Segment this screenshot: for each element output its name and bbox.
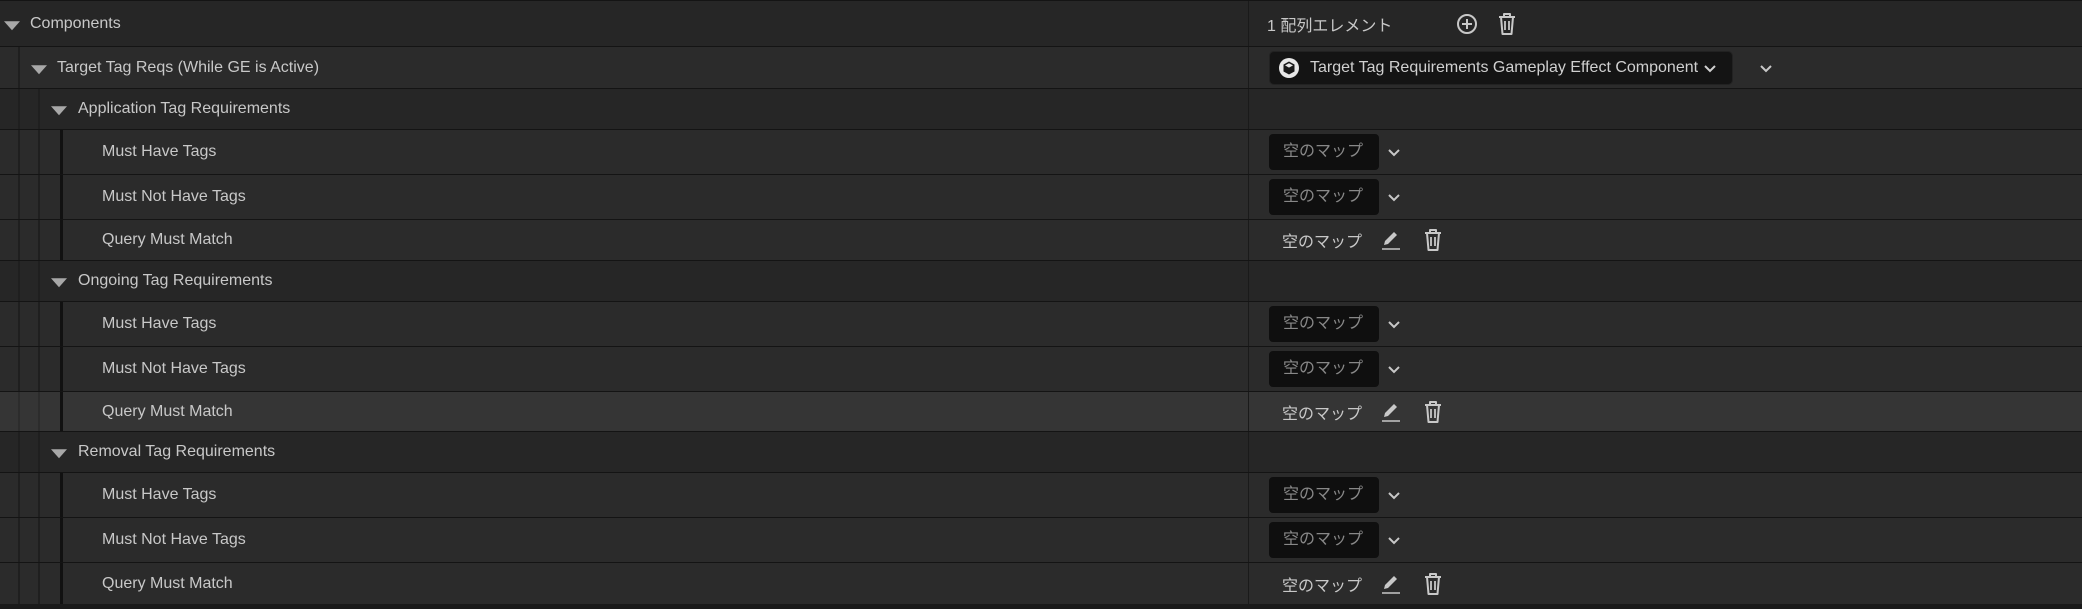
group-label: Application Tag Requirements xyxy=(78,100,291,117)
column-splitter[interactable] xyxy=(1248,47,1249,88)
property-label: Query Must Match xyxy=(102,402,233,420)
component-element-row: Target Tag Reqs (While GE is Active) Tar… xyxy=(0,46,2082,88)
must-not-have-tags-row: Must Not Have Tags 空のマップ xyxy=(0,346,2082,391)
chevron-down-icon[interactable] xyxy=(1757,59,1775,77)
chevron-down-icon[interactable] xyxy=(1385,143,1403,161)
query-must-match-row: Query Must Match 空のマップ xyxy=(0,391,2082,431)
indent-guide xyxy=(18,47,20,88)
chevron-down-icon[interactable] xyxy=(1385,188,1403,206)
must-have-tags-field[interactable]: 空のマップ xyxy=(1269,306,1379,342)
components-label: Components xyxy=(30,14,121,32)
must-not-have-tags-row: Must Not Have Tags 空のマップ xyxy=(0,174,2082,219)
pencil-icon[interactable] xyxy=(1378,227,1404,253)
triangle-down-icon[interactable] xyxy=(51,278,67,288)
chevron-down-icon[interactable] xyxy=(1385,315,1403,333)
details-panel: Components 1 配列エレメント Target Tag Reqs (Wh… xyxy=(0,0,2082,609)
chevron-down-icon[interactable] xyxy=(1385,486,1403,504)
query-must-match-row: Query Must Match 空のマップ xyxy=(0,562,2082,604)
trash-icon[interactable] xyxy=(1420,227,1446,253)
must-not-have-tags-row: Must Not Have Tags 空のマップ xyxy=(0,517,2082,562)
trash-icon[interactable] xyxy=(1494,11,1520,37)
plus-circle-icon[interactable] xyxy=(1454,11,1480,37)
must-have-tags-field[interactable]: 空のマップ xyxy=(1269,477,1379,513)
property-label: Must Not Have Tags xyxy=(102,531,246,548)
triangle-down-icon[interactable] xyxy=(51,449,67,459)
triangle-down-icon[interactable] xyxy=(4,20,20,30)
pencil-icon[interactable] xyxy=(1378,399,1404,425)
query-value: 空のマップ xyxy=(1282,577,1363,595)
property-label: Must Have Tags xyxy=(102,315,217,332)
chevron-down-icon[interactable] xyxy=(1385,531,1403,549)
property-label: Must Not Have Tags xyxy=(102,360,246,377)
must-have-tags-row: Must Have Tags 空のマップ xyxy=(0,129,2082,174)
triangle-down-icon[interactable] xyxy=(51,106,67,116)
trash-icon[interactable] xyxy=(1420,571,1446,597)
triangle-down-icon[interactable] xyxy=(31,64,47,74)
must-have-tags-row: Must Have Tags 空のマップ xyxy=(0,301,2082,346)
property-label: Query Must Match xyxy=(102,231,233,248)
component-class-text: Target Tag Requirements Gameplay Effect … xyxy=(1310,58,1699,76)
group-label: Removal Tag Requirements xyxy=(78,443,276,460)
chevron-down-icon[interactable] xyxy=(1385,360,1403,378)
trash-icon[interactable] xyxy=(1420,399,1446,425)
query-must-match-row: Query Must Match 空のマップ xyxy=(0,219,2082,260)
must-have-tags-row: Must Have Tags 空のマップ xyxy=(0,472,2082,517)
group-application-header: Application Tag Requirements xyxy=(0,88,2082,129)
group-label: Ongoing Tag Requirements xyxy=(78,272,273,289)
chevron-down-icon xyxy=(1704,64,1716,72)
property-label: Must Have Tags xyxy=(102,486,217,503)
component-element-label: Target Tag Reqs (While GE is Active) xyxy=(57,58,320,76)
group-ongoing-header: Ongoing Tag Requirements xyxy=(0,260,2082,301)
component-cube-icon xyxy=(1279,57,1299,78)
must-not-have-tags-field[interactable]: 空のマップ xyxy=(1269,179,1379,215)
must-not-have-tags-field[interactable]: 空のマップ xyxy=(1269,522,1379,558)
array-count-text: 1 配列エレメント xyxy=(1267,17,1393,35)
must-not-have-tags-field[interactable]: 空のマップ xyxy=(1269,351,1379,387)
property-label: Must Not Have Tags xyxy=(102,188,246,205)
column-splitter[interactable] xyxy=(1248,1,1249,46)
component-class-combo[interactable]: Target Tag Requirements Gameplay Effect … xyxy=(1269,50,1733,85)
property-label: Must Have Tags xyxy=(102,143,217,160)
components-row: Components 1 配列エレメント xyxy=(0,0,2082,46)
query-value: 空のマップ xyxy=(1282,234,1363,251)
must-have-tags-field[interactable]: 空のマップ xyxy=(1269,134,1379,170)
pencil-icon[interactable] xyxy=(1378,571,1404,597)
property-label: Query Must Match xyxy=(102,574,233,592)
query-value: 空のマップ xyxy=(1282,405,1363,423)
group-removal-header: Removal Tag Requirements xyxy=(0,431,2082,472)
